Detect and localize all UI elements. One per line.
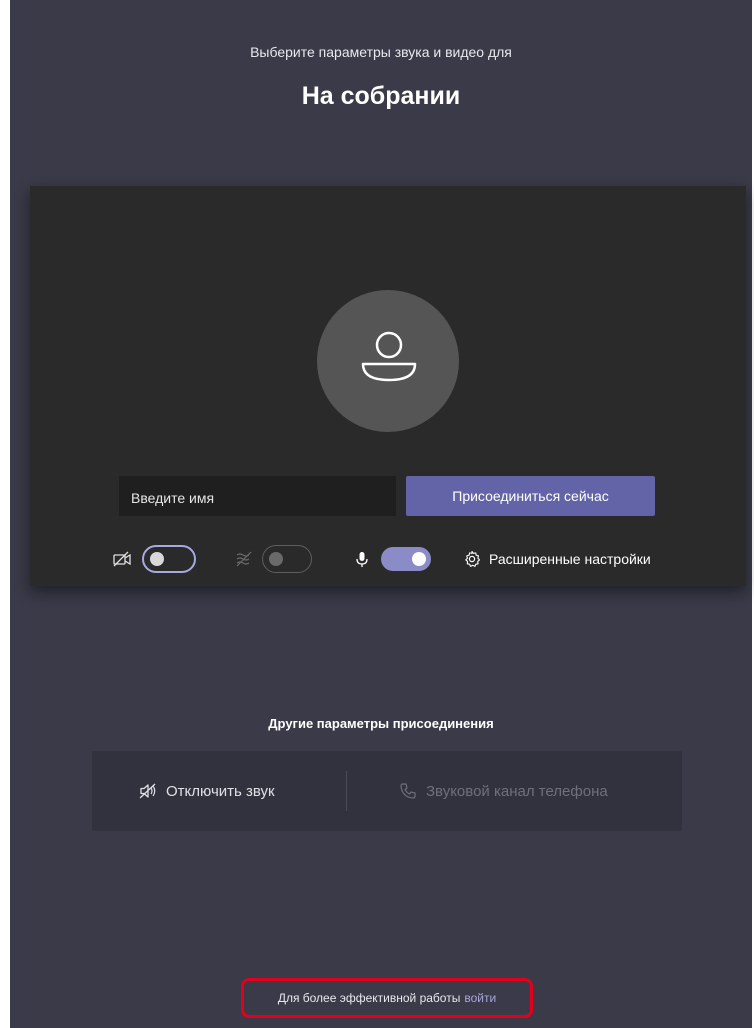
sign-in-link[interactable]: войти (464, 991, 496, 1005)
other-join-options: Отключить звук Звуковой канал телефона (92, 751, 682, 831)
phone-audio-label: Звуковой канал телефона (426, 782, 608, 800)
device-controls: Расширенные настройки (30, 541, 746, 577)
sign-in-prompt: Для более эффективной работы войти (241, 978, 533, 1018)
speaker-off-icon (139, 783, 156, 799)
person-icon (361, 331, 417, 382)
prejoin-screen: Выберите параметры звука и видео для На … (10, 0, 752, 1028)
page-title: На собрании (301, 82, 461, 110)
phone-icon (400, 783, 416, 799)
mute-audio-label: Отключить звук (166, 782, 275, 800)
name-input[interactable] (119, 476, 396, 516)
page-subtitle: Выберите параметры звука и видео для (250, 44, 512, 60)
sign-in-prompt-text: Для более эффективной работы (277, 991, 461, 1005)
camera-toggle-knob (150, 552, 164, 566)
advanced-settings-label: Расширенные настройки (489, 551, 651, 567)
other-options-heading: Другие параметры присоединения (268, 716, 494, 731)
mic-toggle-knob (412, 552, 426, 566)
camera-toggle[interactable] (142, 545, 196, 573)
options-divider (346, 771, 347, 811)
blur-toggle-knob (269, 552, 283, 566)
background-blur-icon (236, 551, 252, 567)
microphone-icon (356, 552, 368, 567)
background-blur-toggle[interactable] (262, 545, 312, 573)
gear-icon (465, 550, 481, 567)
phone-audio-button[interactable]: Звуковой канал телефона (398, 751, 608, 831)
camera-off-icon (113, 551, 131, 567)
join-now-button[interactable]: Присоединиться сейчас (406, 476, 655, 516)
mute-audio-button[interactable]: Отключить звук (138, 751, 275, 831)
advanced-settings-button[interactable]: Расширенные настройки (463, 547, 651, 571)
microphone-toggle[interactable] (381, 547, 431, 571)
avatar (317, 290, 459, 432)
video-preview-panel: Присоединиться сейчас (30, 186, 746, 586)
